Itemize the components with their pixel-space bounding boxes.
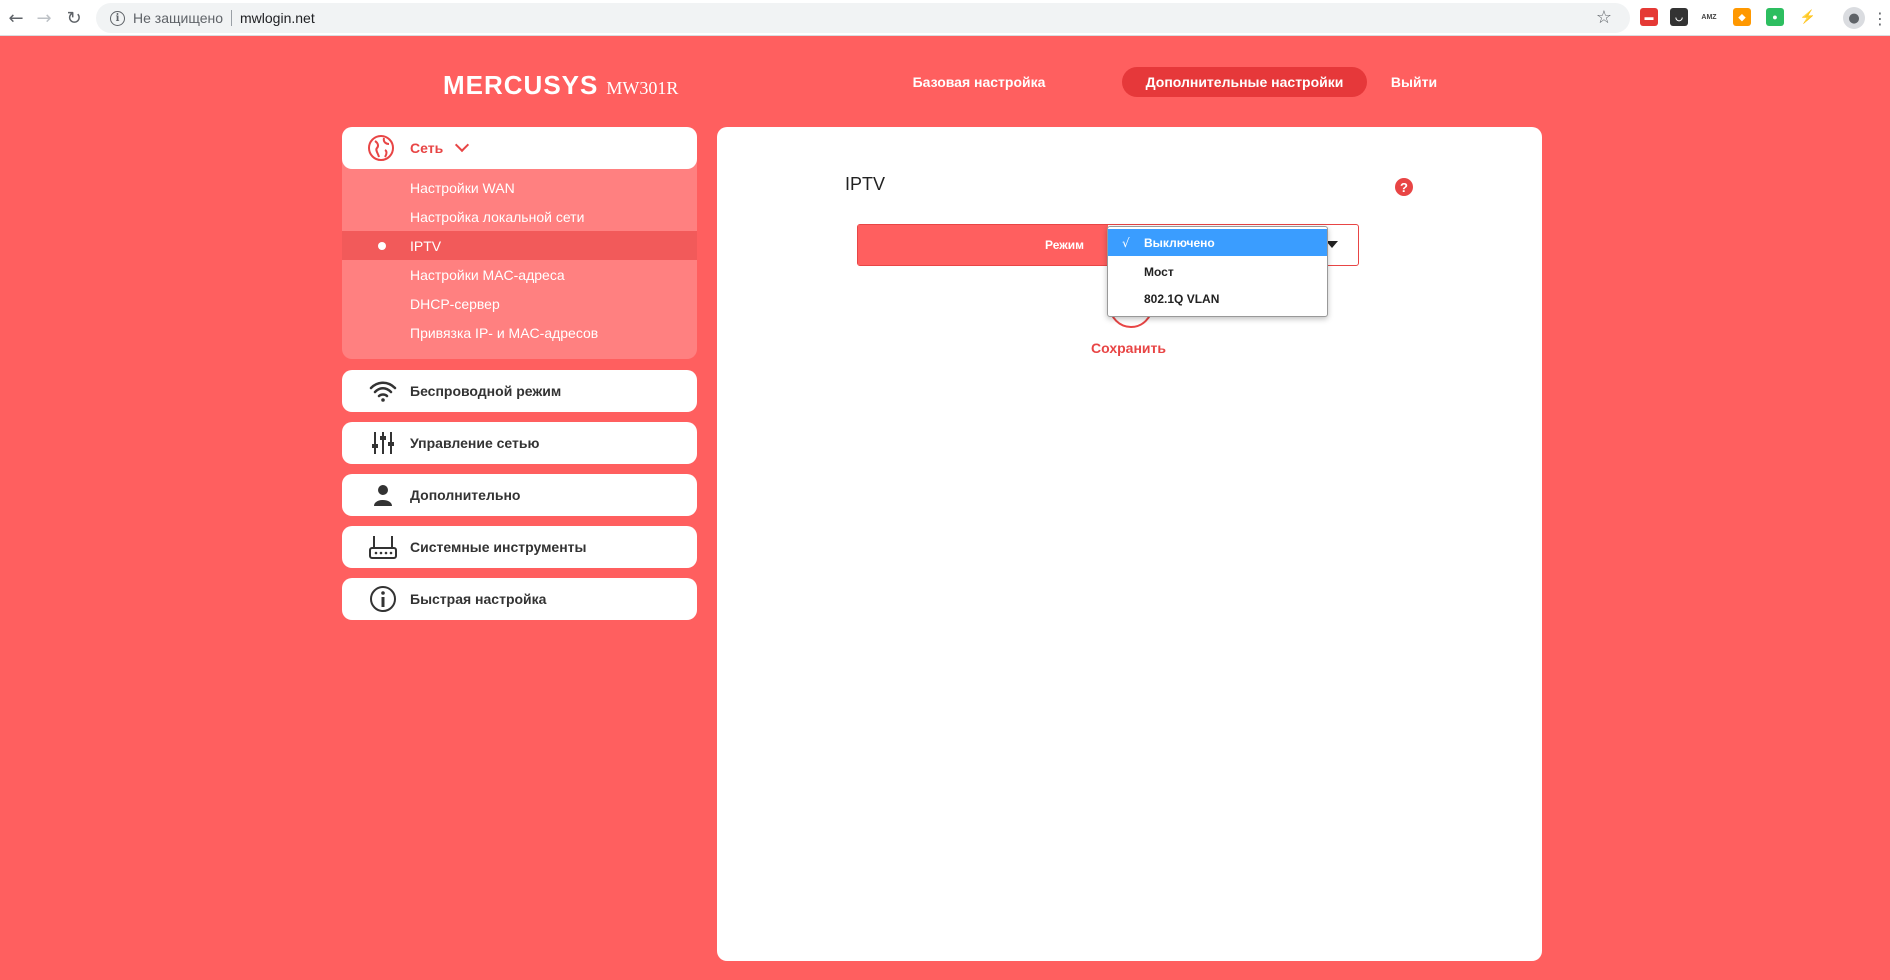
sidebar-item-label: Привязка IP- и MAC-адресов: [410, 324, 599, 341]
checkmark-icon: √: [1122, 235, 1130, 250]
amz-icon[interactable]: AMZ: [1700, 8, 1718, 26]
url-separator: [231, 10, 232, 26]
forward-arrow-icon[interactable]: →: [32, 6, 56, 30]
wifi-icon: [366, 374, 400, 408]
nav-logout[interactable]: Выйти: [1378, 67, 1450, 97]
sidebar-item-label: IPTV: [410, 237, 442, 254]
option-bridge[interactable]: Мост: [1108, 258, 1327, 285]
logo-text: MERCUSYS: [443, 70, 599, 100]
sidebar-item-network-control[interactable]: Управление сетью: [342, 422, 697, 464]
ext-red-icon[interactable]: ▬: [1640, 8, 1658, 26]
sidebar-item-label: Управление сетью: [410, 435, 540, 451]
help-icon[interactable]: ?: [1395, 178, 1413, 196]
url-text: mwlogin.net: [240, 10, 315, 26]
sidebar-item-label: Настройка локальной сети: [410, 208, 585, 225]
sidebar-item-wan[interactable]: Настройки WAN: [342, 173, 697, 202]
sidebar-item-label: Дополнительно: [410, 487, 521, 503]
sidebar-item-label: Беспроводной режим: [410, 383, 562, 399]
evernote-icon[interactable]: ●: [1766, 8, 1784, 26]
mode-label: Режим: [858, 225, 1108, 265]
router-icon: [366, 530, 400, 564]
sidebar-network-group: Сеть Настройки WAN Настройка локальной с…: [342, 127, 697, 359]
sidebar-item-mac[interactable]: Настройки MAC-адреса: [342, 260, 697, 289]
sidebar-item-quick-setup[interactable]: Быстрая настройка: [342, 578, 697, 620]
nav-basic-settings[interactable]: Базовая настройка: [900, 67, 1058, 97]
footer-firmware-info: [918, 972, 1398, 980]
active-dot-icon: [378, 242, 386, 250]
sidebar-item-label: Системные инструменты: [410, 539, 587, 555]
option-label: 802.1Q VLAN: [1144, 291, 1220, 306]
address-bar[interactable]: i Не защищено mwlogin.net ☆: [96, 3, 1630, 33]
profile-avatar-icon[interactable]: ●: [1843, 7, 1865, 29]
sidebar-item-label: Настройки WAN: [410, 179, 515, 196]
globe-icon: [366, 133, 396, 163]
back-arrow-icon[interactable]: ←: [4, 6, 28, 30]
nav-advanced-settings[interactable]: Дополнительные настройки: [1122, 67, 1367, 97]
sidebar-item-network[interactable]: Сеть: [342, 127, 697, 169]
sidebar-item-iptv[interactable]: IPTV: [342, 231, 697, 260]
bookmark-star-icon[interactable]: ☆: [1596, 7, 1612, 28]
menu-kebab-icon[interactable]: ⋮: [1868, 6, 1890, 30]
option-vlan[interactable]: 802.1Q VLAN: [1108, 285, 1327, 312]
ext-bolt-icon[interactable]: ⚡: [1799, 8, 1817, 26]
sidebar-item-label: Быстрая настройка: [410, 591, 547, 607]
sliders-icon: [366, 426, 400, 460]
sidebar-item-label: DHCP-сервер: [410, 295, 500, 312]
sidebar-item-lan[interactable]: Настройка локальной сети: [342, 202, 697, 231]
info-circle-icon: [366, 582, 400, 616]
mode-dropdown-list: √ Выключено Мост 802.1Q VLAN: [1107, 226, 1328, 317]
sidebar-item-ip-mac-binding[interactable]: Привязка IP- и MAC-адресов: [342, 318, 697, 347]
brand-logo: MERCUSYS MW301R: [443, 70, 678, 101]
option-label: Мост: [1144, 264, 1174, 279]
chevron-down-icon: [455, 137, 470, 153]
option-off[interactable]: √ Выключено: [1108, 229, 1327, 256]
pocket-icon[interactable]: ◡: [1670, 8, 1688, 26]
save-button[interactable]: Сохранить: [1091, 340, 1166, 356]
reload-icon[interactable]: ↻: [62, 6, 86, 30]
security-status: Не защищено: [133, 10, 223, 26]
model-name: MW301R: [606, 78, 679, 98]
sidebar-item-wireless[interactable]: Беспроводной режим: [342, 370, 697, 412]
info-icon[interactable]: i: [110, 10, 125, 26]
browser-toolbar: ← → ↻ i Не защищено mwlogin.net ☆ ▬ ◡ AMZ ◆…: [0, 0, 1890, 36]
user-icon: [366, 478, 400, 512]
sidebar-item-system-tools[interactable]: Системные инструменты: [342, 526, 697, 568]
ext-orange-icon[interactable]: ◆: [1733, 8, 1751, 26]
sidebar-network-label: Сеть: [410, 140, 444, 156]
sidebar-item-advanced[interactable]: Дополнительно: [342, 474, 697, 516]
sidebar-item-dhcp[interactable]: DHCP-сервер: [342, 289, 697, 318]
page-title: IPTV: [845, 174, 886, 194]
option-label: Выключено: [1144, 235, 1215, 250]
sidebar-item-label: Настройки MAC-адреса: [410, 266, 565, 283]
